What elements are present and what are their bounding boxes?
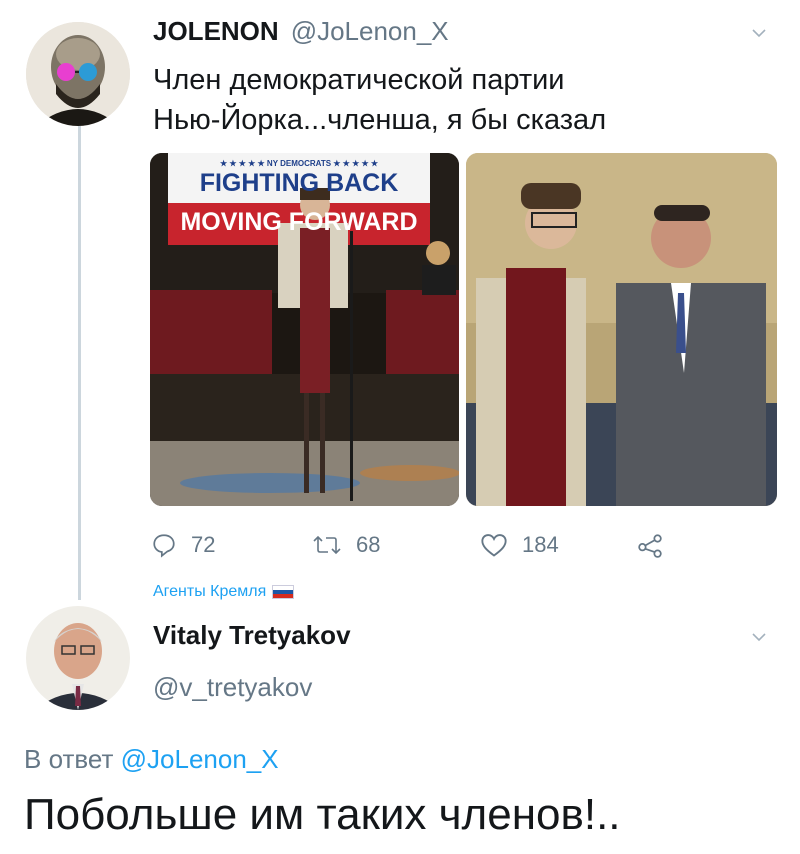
banner-top-text: ★ ★ ★ ★ ★ NY DEMOCRATS ★ ★ ★ ★ ★ (219, 159, 379, 168)
chevron-down-icon[interactable] (752, 26, 766, 40)
tweet-text-line2: Нью-Йорка...членша, я бы сказал (153, 104, 607, 136)
group-photo-image (466, 153, 777, 506)
reply-count: 72 (191, 532, 216, 557)
reply-author-handle[interactable]: @v_tretyakov (153, 672, 312, 703)
tweet-header: JOLENON @JoLenon_X (153, 16, 449, 47)
stage-photo-image (150, 153, 459, 506)
reply-text: Побольше им таких членов!.. (24, 790, 621, 839)
tweet-photo-1[interactable]: ★ ★ ★ ★ ★ NY DEMOCRATS ★ ★ ★ ★ ★ FIGHTIN… (150, 153, 459, 506)
share-action[interactable] (636, 530, 678, 560)
tweet-text-line1: Член демократической партии (153, 64, 565, 96)
like-action[interactable]: 184 (480, 530, 559, 560)
like-count: 184 (522, 532, 559, 557)
banner-line1-text: FIGHTING BACK (199, 169, 399, 197)
retweet-icon (313, 535, 341, 555)
replying-to-prefix: В ответ (24, 744, 114, 774)
heart-icon (481, 534, 507, 557)
social-context-label: Агенты Кремля (153, 583, 267, 600)
thread-line (78, 122, 81, 600)
author-handle[interactable]: @JoLenon_X (291, 16, 449, 47)
social-context[interactable]: Агенты Кремля (153, 583, 295, 601)
retweet-count: 68 (356, 532, 381, 557)
tweet-text: Член демократической партии Нью-Йорка...… (153, 60, 606, 140)
tweet-photo-2[interactable] (466, 153, 777, 506)
retweet-action[interactable]: 68 (312, 530, 380, 560)
replying-to-handle[interactable]: @JoLenon_X (121, 744, 279, 774)
lenin-portrait-icon (26, 22, 130, 126)
reply-chevron-down-icon[interactable] (752, 630, 766, 644)
replying-to: В ответ @JoLenon_X (24, 744, 279, 775)
reply-author-name[interactable]: Vitaly Tretyakov (153, 620, 351, 651)
reply-action[interactable]: 72 (151, 530, 215, 560)
reply-author-avatar[interactable] (26, 606, 130, 710)
banner-line2-text: MOVING FORWARD (180, 208, 418, 236)
author-name[interactable]: JOLENON (153, 16, 279, 47)
vitaly-portrait-icon (26, 606, 130, 710)
share-icon (638, 534, 662, 558)
author-avatar[interactable] (26, 22, 130, 126)
reply-icon (153, 534, 175, 558)
russia-flag-icon (272, 585, 295, 599)
